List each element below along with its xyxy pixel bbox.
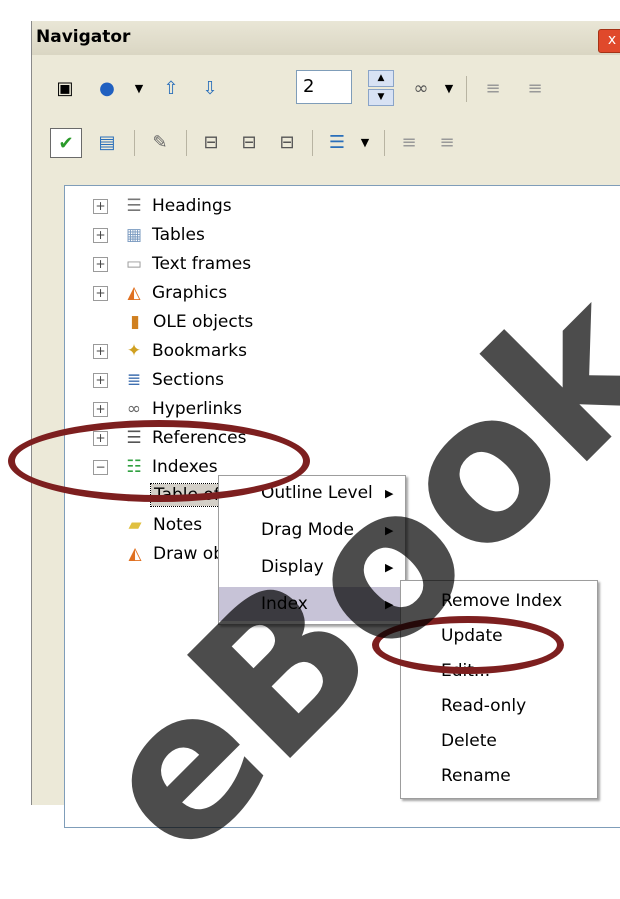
expand-icon[interactable]: + (93, 401, 108, 417)
separator (384, 130, 385, 156)
dropdown-icon[interactable]: ▼ (124, 74, 154, 102)
draw-objects-icon: ◭ (128, 544, 142, 564)
tree-item-label: Text frames (152, 254, 252, 274)
menu-item-label: Delete (441, 731, 497, 751)
highlight-ellipse-indexes (8, 420, 310, 502)
header-icon[interactable]: ⊟ (196, 128, 226, 156)
expand-icon[interactable]: + (93, 343, 108, 359)
menu-item-label: Rename (441, 766, 511, 786)
expand-icon[interactable]: + (93, 227, 108, 243)
tree-item-hyperlinks[interactable]: + ∞ Hyperlinks (93, 396, 242, 422)
next-icon[interactable]: ⇩ (195, 74, 225, 102)
tree-item-headings[interactable]: + ☰ Headings (93, 193, 232, 219)
menu-item-rename[interactable]: Rename (401, 759, 597, 793)
window-title: Navigator (36, 27, 131, 47)
promote-chapter-icon[interactable]: ≡ (394, 128, 424, 156)
text-frames-icon: ▭ (125, 254, 143, 274)
headings-icon: ☰ (126, 196, 142, 216)
list-box-icon[interactable]: ✔ (50, 128, 82, 158)
navigator-toolbar-2: ✔ ▤ ✎ ⊟ ⊟ ⊟ ☰ ▼ ≡ ≡ (50, 122, 610, 162)
tree-item-text-frames[interactable]: + ▭ Text frames (93, 251, 251, 277)
tree-item-label: Tables (152, 225, 205, 245)
tree-item-graphics[interactable]: + ◭ Graphics (93, 280, 227, 306)
tables-icon: ▦ (125, 225, 143, 245)
reminder-icon[interactable]: ✎ (145, 128, 175, 156)
tree-item-label: OLE objects (153, 312, 254, 332)
demote-chapter-icon[interactable]: ≡ (432, 128, 462, 156)
heading-levels-dropdown-icon[interactable]: ▼ (350, 128, 380, 156)
sections-icon: ≣ (126, 370, 142, 390)
promote-level-icon[interactable]: ≡ (478, 74, 508, 102)
expand-icon[interactable]: + (93, 285, 108, 301)
notes-icon: ▰ (128, 515, 142, 535)
heading-levels-icon[interactable]: ☰ (322, 128, 352, 156)
navigator-toolbar-1: ▣ ● ▼ ⇧ ⇩ 2 ▲ ▼ ∞ ▼ ≡ ≡ (50, 68, 610, 108)
expand-icon[interactable]: + (93, 256, 108, 272)
expand-icon[interactable]: + (93, 198, 108, 214)
hyperlinks-icon: ∞ (126, 399, 142, 419)
separator (186, 130, 187, 156)
expand-icon[interactable]: + (93, 372, 108, 388)
spin-up-icon[interactable]: ▲ (368, 70, 394, 87)
content-view-icon[interactable]: ▤ (92, 128, 122, 156)
previous-icon[interactable]: ⇧ (156, 74, 186, 102)
drag-mode-icon[interactable]: ∞ (406, 74, 436, 102)
ole-objects-icon: ▮ (130, 312, 140, 332)
menu-item-delete[interactable]: Delete (401, 724, 597, 758)
tree-item-label: Hyperlinks (152, 399, 243, 419)
close-button[interactable]: x (598, 29, 620, 53)
drag-mode-dropdown-icon[interactable]: ▼ (434, 74, 464, 102)
tree-item-label: Sections (152, 370, 225, 390)
level-spin-input[interactable]: 2 (296, 70, 352, 104)
separator (312, 130, 313, 156)
tree-item-label: Notes (153, 515, 203, 535)
menu-item-read-only[interactable]: Read-only (401, 689, 597, 723)
graphics-icon: ◭ (127, 283, 141, 303)
demote-level-icon[interactable]: ≡ (520, 74, 550, 102)
bookmarks-icon: ✦ (126, 341, 142, 361)
tree-item-label: Bookmarks (152, 341, 247, 361)
tree-item-tables[interactable]: + ▦ Tables (93, 222, 205, 248)
anchor-icon[interactable]: ⊟ (272, 128, 302, 156)
tree-item-ole-objects[interactable]: ▮ OLE objects (123, 309, 253, 335)
tree-item-notes[interactable]: ▰ Notes (123, 512, 202, 538)
level-spin-buttons[interactable]: ▲ ▼ (368, 70, 394, 106)
navigation-arrow-icon[interactable]: ● (92, 74, 122, 102)
tree-item-label: Graphics (152, 283, 228, 303)
tree-item-sections[interactable]: + ≣ Sections (93, 367, 224, 393)
separator (466, 76, 467, 102)
menu-item-label: Read-only (441, 696, 527, 716)
title-bar: Navigator x (32, 21, 620, 55)
tree-item-bookmarks[interactable]: + ✦ Bookmarks (93, 338, 247, 364)
level-value: 2 (303, 76, 315, 97)
separator (134, 130, 135, 156)
footer-icon[interactable]: ⊟ (234, 128, 264, 156)
tree-item-label: Headings (152, 196, 232, 216)
navigation-icon[interactable]: ▣ (50, 74, 80, 102)
spin-down-icon[interactable]: ▼ (368, 89, 394, 106)
